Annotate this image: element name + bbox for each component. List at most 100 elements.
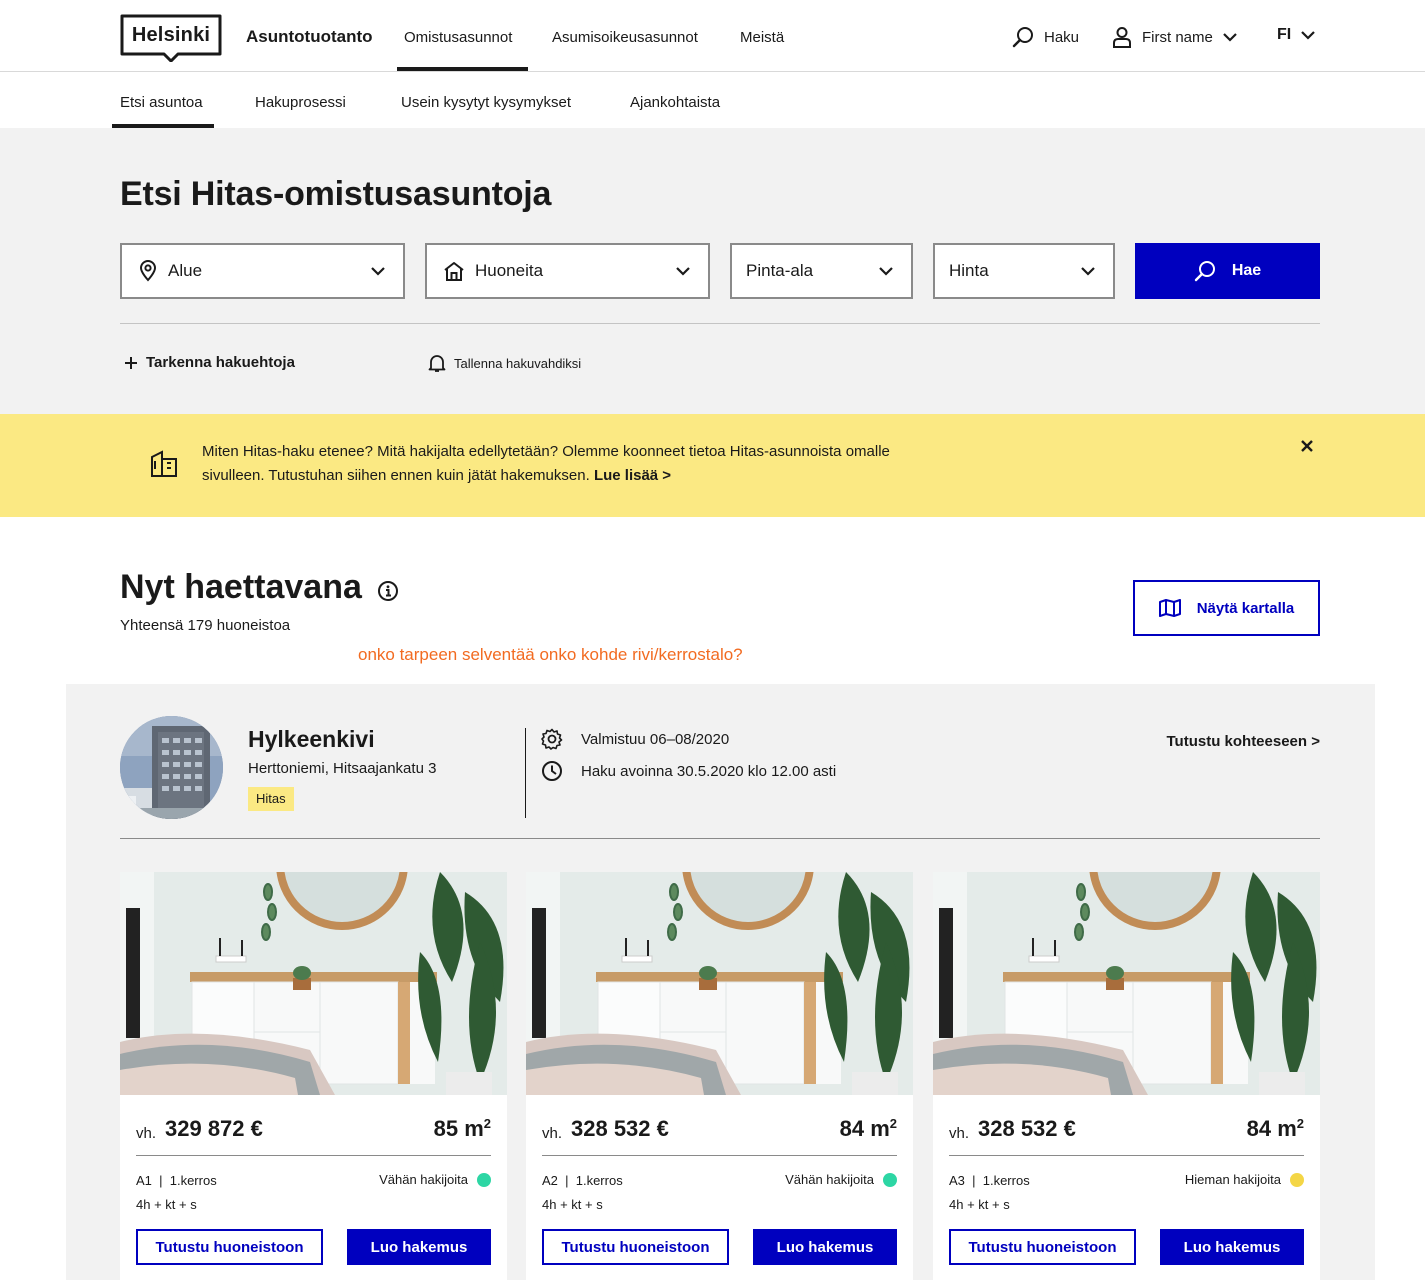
size-select-label: Pinta-ala [746,261,814,280]
bell-icon [428,353,446,373]
header-search-label: Haku [1044,28,1080,46]
read-more-link[interactable]: Lue lisää > [594,467,671,484]
show-on-map-button[interactable]: Näytä kartalla [1133,580,1320,636]
subnav-item-hakuprosessi[interactable]: Hakuprosessi [255,94,346,111]
nav-item-omistusasunnot[interactable]: Omistusasunnot [404,29,512,46]
search-title: Etsi Hitas-omistusasuntoja [120,175,552,213]
apartment-area: 84 m2 [1246,1116,1304,1141]
save-search-link[interactable]: Tallenna hakuvahdiksi [428,353,581,373]
notification-text: Miten Hitas-haku etenee? Mitä hakijalta … [202,443,890,484]
price-prefix: vh. [949,1125,970,1142]
area-select[interactable]: Alue [120,243,405,299]
price-select-label: Hinta [949,261,989,280]
apartment-photo [526,872,913,1095]
chevron-down-icon [1223,32,1237,42]
plus-icon [124,356,138,370]
explore-apartment-button[interactable]: Tutustu huoneistoon [542,1229,729,1265]
map-icon [1158,599,1181,617]
search-icon [1194,260,1216,282]
refine-search-toggle[interactable]: Tarkenna hakuehtoja [124,354,295,371]
area-select-label: Alue [168,261,203,280]
apartment-price: 329 872 € [165,1116,263,1141]
user-menu[interactable]: First name [1112,26,1237,48]
search-section: Etsi Hitas-omistusasuntoja Alue Huoneita… [0,128,1425,414]
apartment-price: 328 532 € [978,1116,1076,1141]
applicant-demand: Vähän hakijoita [379,1172,491,1187]
apartment-card: vh. 329 872 € 85 m2 A1 | 1.kerros 4h + k… [120,872,507,1280]
info-icon[interactable] [377,580,399,602]
building-info-icon [150,449,180,479]
size-select[interactable]: Pinta-ala [730,243,913,299]
apartment-photo [933,872,1320,1095]
gear-icon [541,728,563,750]
close-icon[interactable] [1299,438,1315,454]
demand-indicator [1290,1172,1304,1187]
apartment-area: 85 m2 [433,1116,491,1141]
sub-nav: Etsi asuntoa Hakuprosessi Usein kysytyt … [0,72,1425,128]
panel-divider [120,838,1320,839]
hitas-badge: Hitas [248,787,294,811]
rooms-select[interactable]: Huoneita [425,243,710,299]
header-search[interactable]: Haku [1012,26,1079,48]
nav-active-indicator [397,67,528,71]
apartment-card: vh. 328 532 € 84 m2 A2 | 1.kerros 4h + k… [526,872,913,1280]
subnav-item-ajankohtaista[interactable]: Ajankohtaista [630,94,720,111]
subnav-item-usein-kysytyt[interactable]: Usein kysytyt kysymykset [401,94,571,111]
chevron-down-icon [676,266,690,276]
apartment-rooms: 4h + kt + s [542,1197,603,1212]
language-selector[interactable]: FI [1277,26,1315,44]
demand-label: Hieman hakijoita [1184,1172,1281,1187]
apartment-card: vh. 328 532 € 84 m2 A3 | 1.kerros 4h + k… [933,872,1320,1280]
apartment-rooms: 4h + kt + s [949,1197,1010,1212]
apartment-photo [120,872,507,1095]
demand-label: Vähän hakijoita [379,1172,468,1187]
search-icon [1012,26,1034,48]
apartment-area: 84 m2 [839,1116,897,1141]
explore-apartment-button[interactable]: Tutustu huoneistoon [136,1229,323,1265]
user-icon [1112,26,1132,48]
completion-info: Valmistuu 06–08/2020 [541,728,729,750]
design-note: onko tarpeen selventää onko kohde rivi/k… [358,645,743,664]
demand-indicator [883,1172,897,1187]
apartment-rooms: 4h + kt + s [136,1197,197,1212]
site-name[interactable]: Asuntotuotanto [246,27,373,47]
price-row: vh. 329 872 € 85 m2 [136,1112,491,1156]
explore-project-link[interactable]: Tutustu kohteeseen > [1166,733,1320,750]
applicant-demand: Hieman hakijoita [1185,1172,1304,1187]
project-address: Herttoniemi, Hitsaajankatu 3 [248,760,437,777]
search-button-label: Hae [1231,262,1262,279]
nav-item-asumisoikeusasunnot[interactable]: Asumisoikeusasunnot [552,29,698,46]
search-button[interactable]: Hae [1135,243,1320,299]
helsinki-logo[interactable]: Helsinki [120,14,222,62]
refine-search-label: Tarkenna hakuehtoja [146,354,295,371]
location-pin-icon [138,260,158,282]
create-application-button[interactable]: Luo hakemus [347,1229,491,1265]
explore-apartment-button[interactable]: Tutustu huoneistoon [949,1229,1136,1265]
user-name: First name [1142,28,1213,46]
logo-text: Helsinki [131,24,211,46]
apartment-number-floor: A2 | 1.kerros [542,1173,623,1188]
project-name[interactable]: Hylkeenkivi [248,726,375,753]
show-on-map-label: Näytä kartalla [1196,599,1295,617]
results-title: Nyt haettavana [120,568,362,606]
apartment-number-floor: A1 | 1.kerros [136,1173,217,1188]
applicant-demand: Vähän hakijoita [785,1172,897,1187]
home-icon [443,261,465,281]
apartment-price: 328 532 € [571,1116,669,1141]
subnav-item-etsi-asuntoa[interactable]: Etsi asuntoa [120,94,203,111]
nav-item-meista[interactable]: Meistä [740,29,784,46]
top-header: Helsinki Asuntotuotanto Omistusasunnot A… [0,0,1425,72]
create-application-button[interactable]: Luo hakemus [1160,1229,1304,1265]
save-search-label: Tallenna hakuvahdiksi [454,355,582,371]
clock-icon [541,760,563,782]
panel-vertical-divider [525,728,526,818]
chevron-down-icon [1301,30,1315,40]
demand-indicator [477,1172,491,1187]
completion-text: Valmistuu 06–08/2020 [581,730,730,748]
price-prefix: vh. [542,1125,563,1142]
create-application-button[interactable]: Luo hakemus [753,1229,897,1265]
price-select[interactable]: Hinta [933,243,1115,299]
chevron-down-icon [879,266,893,276]
price-row: vh. 328 532 € 84 m2 [949,1112,1304,1156]
price-prefix: vh. [136,1125,157,1142]
